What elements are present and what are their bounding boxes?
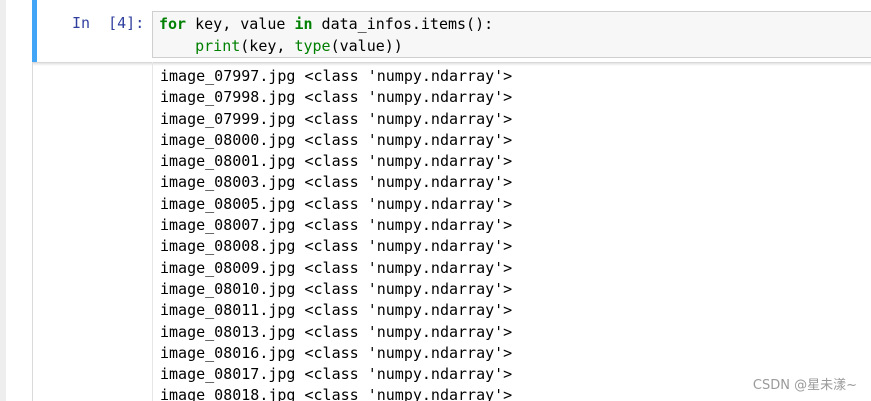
input-prompt: In [4]: <box>72 14 145 32</box>
output-line: image_08005.jpg <class 'numpy.ndarray'> <box>160 194 513 213</box>
keyword-in: in <box>294 15 313 33</box>
output-line: image_07998.jpg <class 'numpy.ndarray'> <box>160 88 513 107</box>
left-gutter <box>0 0 6 401</box>
output-line: image_08001.jpg <class 'numpy.ndarray'> <box>160 152 513 171</box>
builtin-type: type <box>294 37 331 55</box>
output-line: image_07999.jpg <class 'numpy.ndarray'> <box>160 109 513 128</box>
cell-selection-bar <box>32 0 37 62</box>
output-line: image_08010.jpg <class 'numpy.ndarray'> <box>160 279 513 298</box>
output-line: image_08016.jpg <class 'numpy.ndarray'> <box>160 343 513 362</box>
code-line-2: print(key, type(value)) <box>159 35 403 57</box>
output-line: image_07997.jpg <class 'numpy.ndarray'> <box>160 67 513 85</box>
code-input-area[interactable]: for key, value in data_infos.items(): pr… <box>152 11 871 58</box>
output-divider <box>152 62 153 401</box>
output-line: image_08013.jpg <class 'numpy.ndarray'> <box>160 322 513 341</box>
code-text: (value)) <box>330 37 403 55</box>
code-text: data_infos.items(): <box>312 15 494 33</box>
watermark: CSDN @星未漾~ <box>752 378 857 393</box>
builtin-print: print <box>195 37 241 55</box>
output-line: image_08011.jpg <class 'numpy.ndarray'> <box>160 301 513 320</box>
keyword-for: for <box>159 15 187 33</box>
output-line: image_08018.jpg <class 'numpy.ndarray'> <box>160 386 513 401</box>
output-lines: image_07997.jpg <class 'numpy.ndarray'> … <box>160 66 512 401</box>
output-line: image_08017.jpg <class 'numpy.ndarray'> <box>160 365 513 384</box>
output-line: image_08003.jpg <class 'numpy.ndarray'> <box>160 173 513 192</box>
notebook-page: In [4]: for key, value in data_infos.ite… <box>0 0 871 401</box>
output-line: image_08007.jpg <class 'numpy.ndarray'> <box>160 216 513 235</box>
output-line: image_08000.jpg <class 'numpy.ndarray'> <box>160 130 513 149</box>
code-text: key, value <box>186 15 295 33</box>
code-text: (key, <box>240 37 295 55</box>
output-line: image_08009.jpg <class 'numpy.ndarray'> <box>160 258 513 277</box>
code-line-1: for key, value in data_infos.items(): <box>159 13 493 35</box>
output-line: image_08008.jpg <class 'numpy.ndarray'> <box>160 237 513 256</box>
